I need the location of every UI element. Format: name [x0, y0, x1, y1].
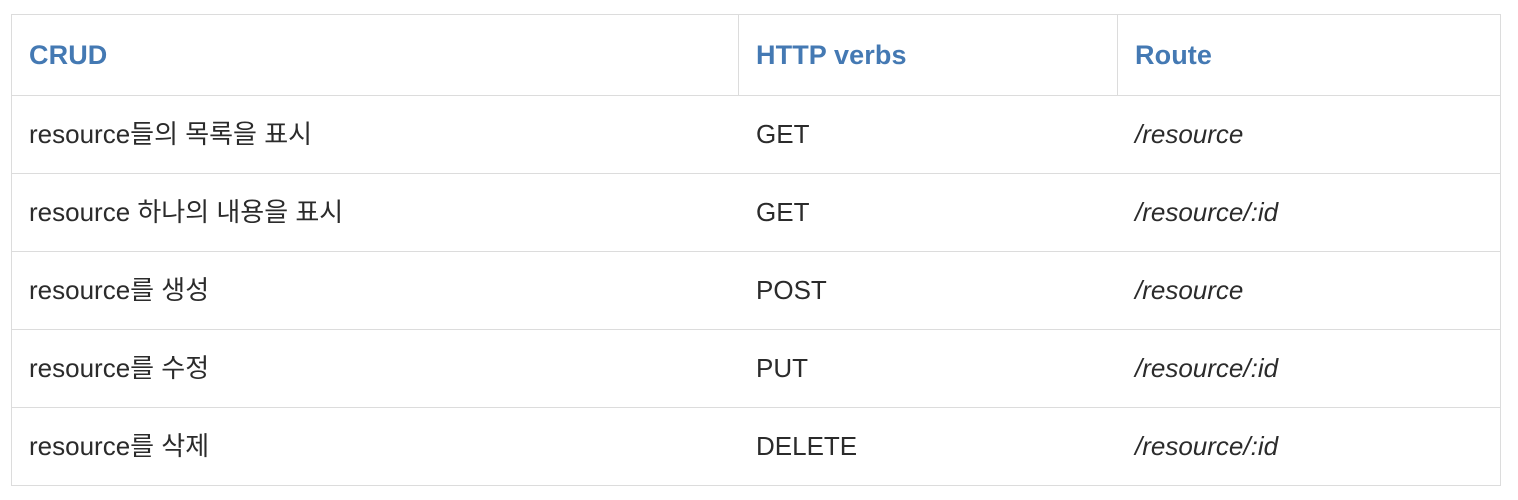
table-body: resource들의 목록을 표시 GET /resource resource…: [11, 95, 1501, 486]
cell-crud: resource를 생성: [11, 251, 739, 330]
table-row: resource를 생성 POST /resource: [11, 251, 1501, 330]
crud-http-route-table: CRUD HTTP verbs Route resource들의 목록을 표시 …: [11, 14, 1501, 486]
cell-route: /resource/:id: [1117, 329, 1501, 408]
cell-http-verb: GET: [738, 173, 1118, 252]
table-row: resource 하나의 내용을 표시 GET /resource/:id: [11, 173, 1501, 252]
column-header-http-verbs: HTTP verbs: [738, 14, 1118, 96]
cell-route: /resource: [1117, 95, 1501, 174]
cell-crud: resource들의 목록을 표시: [11, 95, 739, 174]
cell-http-verb: POST: [738, 251, 1118, 330]
page-root: CRUD HTTP verbs Route resource들의 목록을 표시 …: [0, 0, 1518, 500]
cell-route: /resource: [1117, 251, 1501, 330]
cell-route: /resource/:id: [1117, 173, 1501, 252]
table-container: CRUD HTTP verbs Route resource들의 목록을 표시 …: [11, 14, 1501, 486]
cell-crud: resource 하나의 내용을 표시: [11, 173, 739, 252]
cell-http-verb: GET: [738, 95, 1118, 174]
cell-http-verb: DELETE: [738, 407, 1118, 486]
table-header: CRUD HTTP verbs Route: [11, 14, 1501, 96]
cell-crud: resource를 수정: [11, 329, 739, 408]
table-row: resource를 삭제 DELETE /resource/:id: [11, 407, 1501, 486]
cell-route: /resource/:id: [1117, 407, 1501, 486]
cell-http-verb: PUT: [738, 329, 1118, 408]
table-row: resource를 수정 PUT /resource/:id: [11, 329, 1501, 408]
table-header-row: CRUD HTTP verbs Route: [11, 14, 1501, 96]
cell-crud: resource를 삭제: [11, 407, 739, 486]
column-header-crud: CRUD: [11, 14, 739, 96]
table-row: resource들의 목록을 표시 GET /resource: [11, 95, 1501, 174]
column-header-route: Route: [1117, 14, 1501, 96]
